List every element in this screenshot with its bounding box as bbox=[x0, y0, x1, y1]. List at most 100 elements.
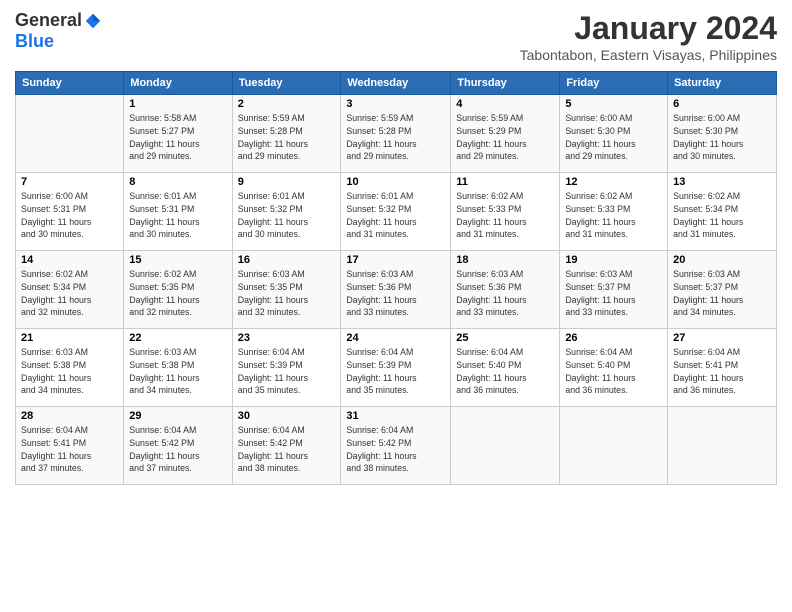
day-number: 18 bbox=[456, 254, 554, 266]
calendar-day-cell: 15 Sunrise: 6:02 AMSunset: 5:35 PMDayligh… bbox=[124, 251, 232, 329]
day-number: 28 bbox=[21, 410, 118, 422]
day-info: Sunrise: 6:04 AMSunset: 5:39 PMDaylight:… bbox=[238, 346, 336, 397]
calendar-day-cell bbox=[560, 407, 668, 485]
day-number: 6 bbox=[673, 98, 771, 110]
location: Tabontabon, Eastern Visayas, Philippines bbox=[520, 47, 777, 63]
weekday-header: Wednesday bbox=[341, 72, 451, 95]
calendar-day-cell: 20 Sunrise: 6:03 AMSunset: 5:37 PMDayligh… bbox=[668, 251, 777, 329]
calendar-day-cell: 22Sunrise: 6:03 AMSunset: 5:38 PMDayligh… bbox=[124, 329, 232, 407]
day-info: Sunrise: 6:00 AMSunset: 5:30 PMDaylight:… bbox=[673, 112, 771, 163]
day-info: Sunrise: 6:02 AMSunset: 5:33 PMDaylight:… bbox=[456, 190, 554, 241]
weekday-header: Monday bbox=[124, 72, 232, 95]
day-number: 27 bbox=[673, 332, 771, 344]
calendar-day-cell: 23 Sunrise: 6:04 AMSunset: 5:39 PMDayligh… bbox=[232, 329, 341, 407]
day-info: Sunrise: 6:02 AMSunset: 5:35 PMDaylight:… bbox=[129, 268, 226, 319]
calendar-day-cell: 27 Sunrise: 6:04 AMSunset: 5:41 PMDayligh… bbox=[668, 329, 777, 407]
day-info: Sunrise: 6:03 AMSunset: 5:37 PMDaylight:… bbox=[673, 268, 771, 319]
day-number: 8 bbox=[129, 176, 226, 188]
day-info: Sunrise: 6:02 AMSunset: 5:33 PMDaylight:… bbox=[565, 190, 662, 241]
weekday-header: Sunday bbox=[16, 72, 124, 95]
weekday-header: Thursday bbox=[451, 72, 560, 95]
calendar-day-cell: 6 Sunrise: 6:00 AMSunset: 5:30 PMDaylight… bbox=[668, 95, 777, 173]
day-info: Sunrise: 6:03 AMSunset: 5:38 PMDaylight:… bbox=[129, 346, 226, 397]
day-number: 13 bbox=[673, 176, 771, 188]
day-info: Sunrise: 6:04 AMSunset: 5:42 PMDaylight:… bbox=[238, 424, 336, 475]
calendar-day-cell: 31 Sunrise: 6:04 AMSunset: 5:42 PMDayligh… bbox=[341, 407, 451, 485]
calendar-day-cell bbox=[16, 95, 124, 173]
calendar-day-cell: 11Sunrise: 6:02 AMSunset: 5:33 PMDayligh… bbox=[451, 173, 560, 251]
month-year: January 2024 bbox=[520, 10, 777, 47]
day-info: Sunrise: 6:03 AMSunset: 5:35 PMDaylight:… bbox=[238, 268, 336, 319]
weekday-header: Tuesday bbox=[232, 72, 341, 95]
title-block: January 2024 Tabontabon, Eastern Visayas… bbox=[520, 10, 777, 63]
logo-blue: Blue bbox=[15, 31, 54, 52]
day-number: 15 bbox=[129, 254, 226, 266]
logo-icon bbox=[84, 12, 102, 30]
calendar-table: SundayMondayTuesdayWednesdayThursdayFrid… bbox=[15, 71, 777, 485]
day-number: 19 bbox=[565, 254, 662, 266]
weekday-header: Saturday bbox=[668, 72, 777, 95]
day-number: 31 bbox=[346, 410, 445, 422]
day-number: 21 bbox=[21, 332, 118, 344]
day-number: 25 bbox=[456, 332, 554, 344]
header: General Blue January 2024 Tabontabon, Ea… bbox=[15, 10, 777, 63]
day-info: Sunrise: 6:01 AMSunset: 5:31 PMDaylight:… bbox=[129, 190, 226, 241]
day-info: Sunrise: 5:58 AMSunset: 5:27 PMDaylight:… bbox=[129, 112, 226, 163]
calendar-day-cell: 1 Sunrise: 5:58 AMSunset: 5:27 PMDaylight… bbox=[124, 95, 232, 173]
day-number: 16 bbox=[238, 254, 336, 266]
calendar-day-cell: 28 Sunrise: 6:04 AMSunset: 5:41 PMDayligh… bbox=[16, 407, 124, 485]
calendar-day-cell: 12 Sunrise: 6:02 AMSunset: 5:33 PMDayligh… bbox=[560, 173, 668, 251]
day-number: 4 bbox=[456, 98, 554, 110]
calendar-day-cell: 26 Sunrise: 6:04 AMSunset: 5:40 PMDayligh… bbox=[560, 329, 668, 407]
calendar-week-row: 7Sunrise: 6:00 AMSunset: 5:31 PMDaylight… bbox=[16, 173, 777, 251]
day-info: Sunrise: 6:04 AMSunset: 5:40 PMDaylight:… bbox=[565, 346, 662, 397]
day-info: Sunrise: 6:03 AMSunset: 5:36 PMDaylight:… bbox=[346, 268, 445, 319]
day-info: Sunrise: 6:04 AMSunset: 5:42 PMDaylight:… bbox=[346, 424, 445, 475]
day-info: Sunrise: 5:59 AMSunset: 5:28 PMDaylight:… bbox=[346, 112, 445, 163]
calendar-day-cell: 18 Sunrise: 6:03 AMSunset: 5:36 PMDayligh… bbox=[451, 251, 560, 329]
day-number: 12 bbox=[565, 176, 662, 188]
day-info: Sunrise: 6:02 AMSunset: 5:34 PMDaylight:… bbox=[673, 190, 771, 241]
day-info: Sunrise: 5:59 AMSunset: 5:28 PMDaylight:… bbox=[238, 112, 336, 163]
calendar-day-cell: 2Sunrise: 5:59 AMSunset: 5:28 PMDaylight… bbox=[232, 95, 341, 173]
day-info: Sunrise: 6:03 AMSunset: 5:37 PMDaylight:… bbox=[565, 268, 662, 319]
calendar-day-cell bbox=[451, 407, 560, 485]
calendar-day-cell: 14Sunrise: 6:02 AMSunset: 5:34 PMDayligh… bbox=[16, 251, 124, 329]
day-number: 17 bbox=[346, 254, 445, 266]
day-number: 30 bbox=[238, 410, 336, 422]
calendar-week-row: 14Sunrise: 6:02 AMSunset: 5:34 PMDayligh… bbox=[16, 251, 777, 329]
day-number: 1 bbox=[129, 98, 226, 110]
day-info: Sunrise: 6:01 AMSunset: 5:32 PMDaylight:… bbox=[346, 190, 445, 241]
day-number: 26 bbox=[565, 332, 662, 344]
day-info: Sunrise: 6:04 AMSunset: 5:42 PMDaylight:… bbox=[129, 424, 226, 475]
day-info: Sunrise: 6:04 AMSunset: 5:41 PMDaylight:… bbox=[673, 346, 771, 397]
day-number: 29 bbox=[129, 410, 226, 422]
day-info: Sunrise: 6:04 AMSunset: 5:39 PMDaylight:… bbox=[346, 346, 445, 397]
day-number: 23 bbox=[238, 332, 336, 344]
calendar-day-cell: 8 Sunrise: 6:01 AMSunset: 5:31 PMDaylight… bbox=[124, 173, 232, 251]
calendar-header-row: SundayMondayTuesdayWednesdayThursdayFrid… bbox=[16, 72, 777, 95]
day-number: 3 bbox=[346, 98, 445, 110]
calendar-day-cell: 5Sunrise: 6:00 AMSunset: 5:30 PMDaylight… bbox=[560, 95, 668, 173]
calendar-day-cell: 29 Sunrise: 6:04 AMSunset: 5:42 PMDayligh… bbox=[124, 407, 232, 485]
page: General Blue January 2024 Tabontabon, Ea… bbox=[0, 0, 792, 612]
calendar-day-cell: 7Sunrise: 6:00 AMSunset: 5:31 PMDaylight… bbox=[16, 173, 124, 251]
calendar-week-row: 21 Sunrise: 6:03 AMSunset: 5:38 PMDayligh… bbox=[16, 329, 777, 407]
logo-general: General bbox=[15, 10, 82, 31]
calendar-day-cell: 9Sunrise: 6:01 AMSunset: 5:32 PMDaylight… bbox=[232, 173, 341, 251]
calendar-day-cell: 21Sunrise: 6:03 AMSunset: 5:38 PMDayligh… bbox=[16, 329, 124, 407]
day-info: Sunrise: 6:04 AMSunset: 5:40 PMDaylight:… bbox=[456, 346, 554, 397]
calendar-day-cell bbox=[668, 407, 777, 485]
calendar-day-cell: 25 Sunrise: 6:04 AMSunset: 5:40 PMDayligh… bbox=[451, 329, 560, 407]
day-number: 20 bbox=[673, 254, 771, 266]
calendar-day-cell: 17 Sunrise: 6:03 AMSunset: 5:36 PMDayligh… bbox=[341, 251, 451, 329]
day-info: Sunrise: 6:00 AMSunset: 5:30 PMDaylight:… bbox=[565, 112, 662, 163]
calendar-week-row: 1 Sunrise: 5:58 AMSunset: 5:27 PMDaylight… bbox=[16, 95, 777, 173]
day-info: Sunrise: 6:03 AMSunset: 5:36 PMDaylight:… bbox=[456, 268, 554, 319]
calendar-day-cell: 19 Sunrise: 6:03 AMSunset: 5:37 PMDayligh… bbox=[560, 251, 668, 329]
day-info: Sunrise: 6:04 AMSunset: 5:41 PMDaylight:… bbox=[21, 424, 118, 475]
calendar-day-cell: 30 Sunrise: 6:04 AMSunset: 5:42 PMDayligh… bbox=[232, 407, 341, 485]
logo: General Blue bbox=[15, 10, 102, 52]
calendar-day-cell: 10 Sunrise: 6:01 AMSunset: 5:32 PMDayligh… bbox=[341, 173, 451, 251]
day-number: 10 bbox=[346, 176, 445, 188]
